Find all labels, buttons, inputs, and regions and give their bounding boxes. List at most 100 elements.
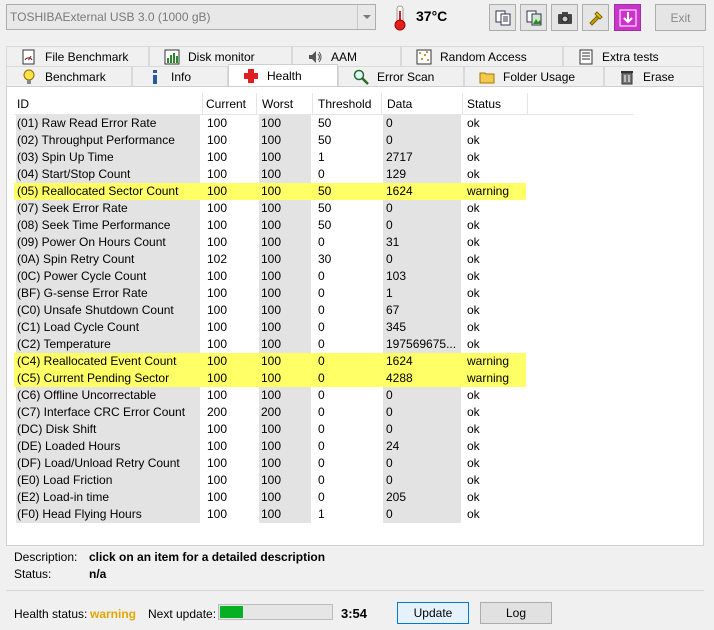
- table-row[interactable]: (C6) Offline Uncorrectable 100 100 0 0 ok: [14, 387, 634, 404]
- cell-status: ok: [467, 507, 480, 521]
- smart-table[interactable]: ID Current Worst Threshold Data Status (…: [14, 93, 634, 523]
- cell-id: (C0) Unsafe Shutdown Count: [16, 302, 200, 319]
- options-button[interactable]: [582, 4, 609, 31]
- cell-id: (C2) Temperature: [16, 336, 200, 353]
- table-row[interactable]: (DF) Load/Unload Retry Count 100 100 0 0 ok: [14, 455, 634, 472]
- cell-current: 100: [207, 167, 228, 181]
- camera-icon: [557, 11, 572, 24]
- column-header-status[interactable]: Status: [467, 97, 501, 111]
- log-button[interactable]: Log: [480, 602, 552, 624]
- table-row[interactable]: (DC) Disk Shift 100 100 0 0 ok: [14, 421, 634, 438]
- tab-random-access[interactable]: Random Access: [401, 46, 563, 66]
- table-row[interactable]: (09) Power On Hours Count 100 100 0 31 ok: [14, 234, 634, 251]
- cell-data: 1624: [383, 183, 461, 200]
- cell-threshold: 50: [318, 201, 332, 215]
- download-button[interactable]: [614, 4, 641, 31]
- health-status-value: warning: [90, 607, 137, 621]
- table-row[interactable]: (05) Reallocated Sector Count 100 100 50 162…: [14, 183, 526, 200]
- table-row[interactable]: (C4) Reallocated Event Count 100 100 0 1624 w…: [14, 353, 526, 370]
- next-update-time: 3:54: [341, 606, 368, 621]
- exit-label: Exit: [670, 10, 691, 25]
- cell-status: ok: [467, 116, 480, 130]
- table-row[interactable]: (C0) Unsafe Shutdown Count 100 100 0 67 ok: [14, 302, 634, 319]
- table-row[interactable]: (C1) Load Cycle Count 100 100 0 345 ok: [14, 319, 634, 336]
- tab-health[interactable]: Health: [228, 64, 338, 86]
- cell-current: 100: [207, 150, 228, 164]
- cell-current: 100: [207, 303, 228, 317]
- table-row[interactable]: (03) Spin Up Time 100 100 1 2717 ok: [14, 149, 634, 166]
- cell-worst: 100: [259, 506, 311, 523]
- cell-worst: 100: [259, 166, 311, 183]
- table-row[interactable]: (08) Seek Time Performance 100 100 50 0 ok: [14, 217, 634, 234]
- tab-erase[interactable]: Erase: [604, 66, 704, 86]
- table-row[interactable]: (F0) Head Flying Hours 100 100 1 0 ok: [14, 506, 634, 523]
- column-header-threshold[interactable]: Threshold: [318, 97, 371, 111]
- table-row[interactable]: (02) Throughput Performance 100 100 50 0 ok: [14, 132, 634, 149]
- description-label: Description:: [14, 550, 78, 564]
- cell-data: 24: [383, 438, 461, 455]
- cell-status: ok: [467, 388, 480, 402]
- copy-image-button[interactable]: [520, 4, 547, 31]
- cell-threshold: 0: [318, 354, 325, 368]
- column-header-worst[interactable]: Worst: [262, 97, 293, 111]
- cell-id: (C4) Reallocated Event Count: [16, 353, 200, 370]
- tab-label: Info: [171, 69, 192, 84]
- cell-worst: 100: [259, 234, 311, 251]
- table-row[interactable]: (07) Seek Error Rate 100 100 50 0 ok: [14, 200, 634, 217]
- info-icon: [153, 69, 157, 84]
- cell-data: 0: [383, 251, 461, 268]
- tab-disk-monitor[interactable]: Disk monitor: [149, 46, 292, 66]
- tab-file-benchmark[interactable]: File Benchmark: [6, 46, 149, 66]
- cell-threshold: 0: [318, 456, 325, 470]
- cell-current: 100: [207, 218, 228, 232]
- table-row[interactable]: (C2) Temperature 100 100 0 197569675... ok: [14, 336, 634, 353]
- screenshot-button[interactable]: [551, 4, 578, 31]
- cell-status: ok: [467, 473, 480, 487]
- cell-id: (DE) Loaded Hours: [16, 438, 200, 455]
- table-row[interactable]: (01) Raw Read Error Rate 100 100 50 0 ok: [14, 115, 634, 132]
- thermometer-icon: [394, 5, 406, 31]
- folder-icon: [479, 72, 495, 83]
- copy-text-button[interactable]: [489, 4, 516, 31]
- cell-data: 0: [383, 217, 461, 234]
- table-row[interactable]: (04) Start/Stop Count 100 100 0 129 ok: [14, 166, 634, 183]
- tab-aam[interactable]: AAM: [292, 46, 401, 66]
- cell-worst: 100: [259, 336, 311, 353]
- tab-extra-tests[interactable]: Extra tests: [563, 46, 704, 66]
- table-row[interactable]: (C5) Current Pending Sector 100 100 0 4288 wa…: [14, 370, 526, 387]
- table-row[interactable]: (0C) Power Cycle Count 100 100 0 103 ok: [14, 268, 634, 285]
- table-row[interactable]: (DE) Loaded Hours 100 100 0 24 ok: [14, 438, 634, 455]
- update-button[interactable]: Update: [397, 602, 469, 624]
- tab-info[interactable]: Info: [132, 66, 228, 86]
- cell-threshold: 0: [318, 167, 325, 181]
- column-header-id[interactable]: ID: [17, 97, 29, 111]
- cell-threshold: 0: [318, 337, 325, 351]
- cell-status: ok: [467, 269, 480, 283]
- table-row[interactable]: (BF) G-sense Error Rate 100 100 0 1 ok: [14, 285, 634, 302]
- exit-button[interactable]: Exit: [655, 4, 706, 31]
- cell-current: 102: [207, 252, 228, 266]
- cell-data: 345: [383, 319, 461, 336]
- cell-data: 67: [383, 302, 461, 319]
- table-row[interactable]: (C7) Interface CRC Error Count 200 200 0 0 ok: [14, 404, 634, 421]
- cell-threshold: 0: [318, 388, 325, 402]
- table-row[interactable]: (E2) Load-in time 100 100 0 205 ok: [14, 489, 634, 506]
- tab-benchmark[interactable]: Benchmark: [6, 66, 132, 86]
- cell-data: 0: [383, 472, 461, 489]
- cell-data: 2717: [383, 149, 461, 166]
- extra-tests-icon: [579, 49, 593, 64]
- column-header-data[interactable]: Data: [387, 97, 412, 111]
- table-row[interactable]: (0A) Spin Retry Count 102 100 30 0 ok: [14, 251, 634, 268]
- drive-select[interactable]: TOSHIBAExternal USB 3.0 (1000 gB): [6, 4, 376, 30]
- cell-status: ok: [467, 167, 480, 181]
- cell-worst: 100: [259, 387, 311, 404]
- cell-id: (DF) Load/Unload Retry Count: [16, 455, 200, 472]
- tab-error-scan[interactable]: Error Scan: [338, 66, 464, 86]
- tab-label: Error Scan: [377, 69, 435, 84]
- chevron-down-icon[interactable]: [357, 5, 375, 29]
- tab-folder-usage[interactable]: Folder Usage: [464, 66, 604, 86]
- table-row[interactable]: (E0) Load Friction 100 100 0 0 ok: [14, 472, 634, 489]
- tab-label: Erase: [643, 69, 675, 84]
- cell-data: 0: [383, 387, 461, 404]
- column-header-current[interactable]: Current: [206, 97, 246, 111]
